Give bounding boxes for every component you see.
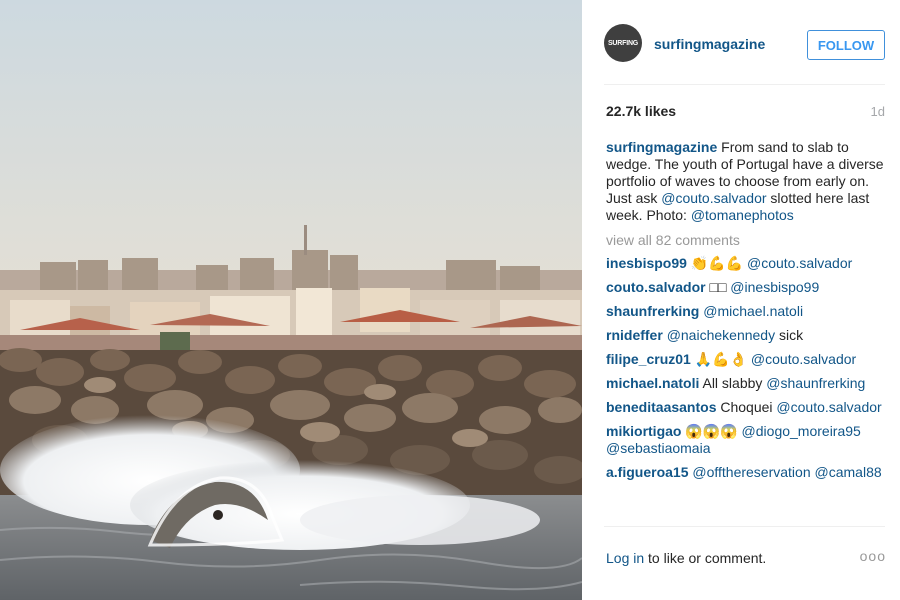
comment-item: inesbispo99 👏💪💪 @couto.salvador bbox=[606, 255, 888, 272]
comment-username[interactable]: mikiortigao bbox=[606, 423, 681, 439]
comment-item: michael.natoli All slabby @shaunfrerking bbox=[606, 375, 888, 392]
comment-item: couto.salvador □□ @inesbispo99 bbox=[606, 279, 888, 296]
avatar[interactable]: SURFING bbox=[604, 24, 642, 62]
follow-button[interactable]: FOLLOW bbox=[807, 30, 885, 60]
avatar-text: SURFING bbox=[607, 39, 639, 47]
comment-username[interactable]: shaunfrerking bbox=[606, 303, 699, 319]
comment-text: 🙏💪👌 bbox=[694, 351, 751, 367]
comment-text: 😱😱😱 bbox=[685, 423, 742, 439]
divider bbox=[604, 526, 885, 527]
comments-list[interactable]: surfingmagazine From sand to slab to wed… bbox=[606, 139, 888, 525]
likes-count[interactable]: 22.7k likes bbox=[606, 103, 676, 119]
comment-mention[interactable]: @shaunfrerking bbox=[766, 375, 865, 391]
comment-username[interactable]: a.figueroa15 bbox=[606, 464, 688, 480]
view-all-comments-link[interactable]: view all 82 comments bbox=[606, 232, 888, 249]
comment-item: beneditaasantos Choquei @couto.salvador bbox=[606, 399, 888, 416]
comment-username[interactable]: beneditaasantos bbox=[606, 399, 716, 415]
comment-username[interactable]: couto.salvador bbox=[606, 279, 706, 295]
post-age[interactable]: 1d bbox=[871, 104, 885, 119]
comment-username[interactable]: inesbispo99 bbox=[606, 255, 687, 271]
comment-text-tail: sick bbox=[775, 327, 804, 343]
comment-mention[interactable]: @couto.salvador bbox=[747, 255, 852, 271]
comment-mention[interactable]: @inesbispo99 bbox=[730, 279, 819, 295]
comment-text: □□ bbox=[709, 279, 731, 295]
comment-item: filipe_cruz01 🙏💪👌 @couto.salvador bbox=[606, 351, 888, 368]
comment-mention[interactable]: @couto.salvador bbox=[751, 351, 856, 367]
caption: surfingmagazine From sand to slab to wed… bbox=[606, 139, 888, 224]
login-prompt: Log in to like or comment. bbox=[606, 550, 766, 566]
caption-mention-1[interactable]: @couto.salvador bbox=[661, 190, 766, 206]
comment-mention[interactable]: @michael.natoli bbox=[703, 303, 803, 319]
comment-item: rnideffer @naichekennedy sick bbox=[606, 327, 888, 344]
comment-item: a.figueroa15 @offthereservation @camal88 bbox=[606, 464, 888, 481]
login-link[interactable]: Log in bbox=[606, 550, 644, 566]
post-header: SURFING surfingmagazine FOLLOW bbox=[582, 0, 900, 84]
comment-text: 👏💪💪 bbox=[690, 255, 747, 271]
comment-username[interactable]: michael.natoli bbox=[606, 375, 699, 391]
header-username[interactable]: surfingmagazine bbox=[654, 36, 765, 52]
comment-text: All slabby bbox=[702, 375, 767, 391]
comment-mention[interactable]: @naichekennedy bbox=[667, 327, 775, 343]
caption-username[interactable]: surfingmagazine bbox=[606, 139, 717, 155]
comment-mention[interactable]: @offthereservation @camal88 bbox=[692, 464, 881, 480]
spacer bbox=[604, 130, 885, 131]
comment-mention[interactable]: @couto.salvador bbox=[776, 399, 881, 415]
post-side-panel: SURFING surfingmagazine FOLLOW 22.7k lik… bbox=[582, 0, 900, 600]
comment-text: Choquei bbox=[720, 399, 777, 415]
post-photo[interactable] bbox=[0, 0, 582, 600]
login-prompt-text: to like or comment. bbox=[644, 550, 767, 566]
caption-mention-2[interactable]: @tomanephotos bbox=[691, 207, 794, 223]
comment-item: shaunfrerking @michael.natoli bbox=[606, 303, 888, 320]
comment-username[interactable]: rnideffer bbox=[606, 327, 663, 343]
more-options-icon[interactable]: ooo bbox=[860, 548, 886, 564]
comment-item: mikiortigao 😱😱😱 @diogo_moreira95 @sebast… bbox=[606, 423, 888, 457]
surf-photo-illustration bbox=[0, 0, 582, 600]
divider bbox=[604, 84, 885, 85]
comment-username[interactable]: filipe_cruz01 bbox=[606, 351, 691, 367]
